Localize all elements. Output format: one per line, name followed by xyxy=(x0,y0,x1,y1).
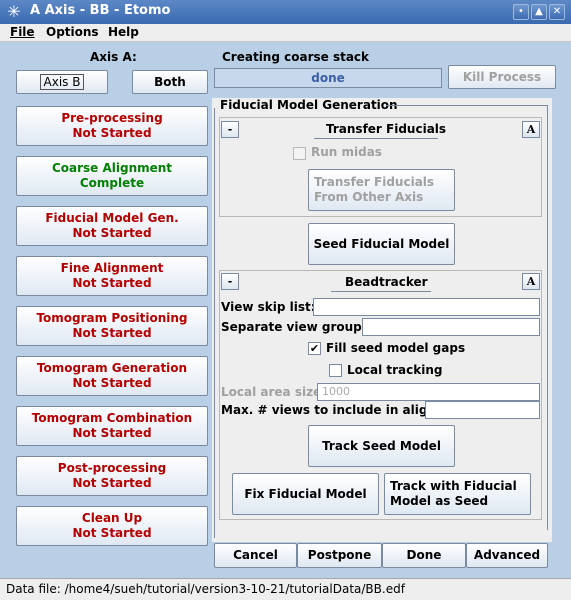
transfer-fiducials-title: Transfer Fiducials xyxy=(326,122,447,136)
close-icon[interactable]: ✕ xyxy=(549,4,565,20)
transfer-title-underline xyxy=(314,138,438,139)
separate-groups-label: Separate view groups: xyxy=(221,320,374,334)
transfer-advanced-button[interactable]: A xyxy=(522,121,540,138)
separate-groups-input[interactable] xyxy=(362,318,540,336)
beadtracker-title-underline xyxy=(331,291,431,292)
stage-name: Clean Up xyxy=(81,511,143,525)
stage-name: Tomogram Combination xyxy=(31,411,193,425)
stage-status: Not Started xyxy=(72,276,152,290)
maximize-icon[interactable]: ▲ xyxy=(531,4,547,20)
done-button[interactable]: Done xyxy=(382,543,466,568)
local-tracking-checkbox[interactable] xyxy=(329,364,342,377)
axis-b-label: Axis B xyxy=(39,74,85,90)
stage-name: Fiducial Model Gen. xyxy=(45,211,179,225)
max-views-input[interactable] xyxy=(425,401,540,419)
section-border-right xyxy=(547,105,548,530)
stage-button-tomogram-generation[interactable]: Tomogram Generation Not Started xyxy=(16,356,208,396)
stage-status: Not Started xyxy=(72,226,152,240)
run-midas-checkbox[interactable] xyxy=(293,147,306,160)
advanced-button[interactable]: Advanced xyxy=(466,543,548,568)
max-views-label: Max. # views to include in align: xyxy=(221,403,441,417)
beadtracker-collapse-button[interactable]: - xyxy=(221,273,239,290)
process-label: Creating coarse stack xyxy=(222,50,370,64)
seed-fiducial-model-button[interactable]: Seed Fiducial Model xyxy=(308,223,455,265)
menu-options[interactable]: Options xyxy=(46,25,99,39)
stage-name: Post-processing xyxy=(57,461,167,475)
section-border-left xyxy=(214,108,215,538)
fill-gaps-label: Fill seed model gaps xyxy=(326,341,466,355)
checkmark-icon: ✔ xyxy=(309,342,320,355)
section-divider xyxy=(386,105,548,106)
app-logo-icon: ✳ xyxy=(7,2,21,21)
both-button[interactable]: Both xyxy=(132,70,208,94)
track-fid-line2: Model as Seed xyxy=(390,494,489,508)
stage-name: Coarse Alignment xyxy=(51,161,173,175)
kill-process-button[interactable]: Kill Process xyxy=(448,65,556,89)
fiducial-section-title: Fiducial Model Generation xyxy=(220,98,398,112)
stage-status: Not Started xyxy=(72,526,152,540)
local-area-label: Local area size: xyxy=(221,385,326,399)
stage-button-fine-alignment[interactable]: Fine Alignment Not Started xyxy=(16,256,208,296)
status-bar: Data file: /home4/sueh/tutorial/version3… xyxy=(0,578,571,600)
run-midas-label: Run midas xyxy=(311,145,382,159)
stage-name: Tomogram Generation xyxy=(36,361,188,375)
minimize-icon[interactable]: • xyxy=(513,4,529,20)
title-bar: ✳ A Axis - BB - Etomo • ▲ ✕ xyxy=(0,0,571,24)
stage-button-post-processing[interactable]: Post-processing Not Started xyxy=(16,456,208,496)
view-skip-input[interactable] xyxy=(313,298,540,316)
stage-button-fiducial-model-gen[interactable]: Fiducial Model Gen. Not Started xyxy=(16,206,208,246)
fix-fiducial-model-button[interactable]: Fix Fiducial Model xyxy=(232,473,379,515)
track-seed-model-button[interactable]: Track Seed Model xyxy=(308,425,455,467)
progress-bar: done xyxy=(214,68,442,88)
beadtracker-title: Beadtracker xyxy=(345,275,428,289)
menu-help[interactable]: Help xyxy=(108,25,139,39)
menu-bar: File Options Help xyxy=(0,24,571,42)
transfer-btn-line2: From Other Axis xyxy=(314,190,424,204)
stage-status: Not Started xyxy=(72,426,152,440)
postpone-button[interactable]: Postpone xyxy=(297,543,382,568)
beadtracker-advanced-button[interactable]: A xyxy=(522,273,540,290)
stage-button-pre-processing[interactable]: Pre-processing Not Started xyxy=(16,106,208,146)
local-tracking-label: Local tracking xyxy=(347,363,443,377)
stage-status: Not Started xyxy=(72,476,152,490)
stage-button-coarse-alignment[interactable]: Coarse Alignment Complete xyxy=(16,156,208,196)
transfer-collapse-button[interactable]: - xyxy=(221,121,239,138)
stage-button-tomogram-positioning[interactable]: Tomogram Positioning Not Started xyxy=(16,306,208,346)
menu-file[interactable]: File xyxy=(10,25,35,39)
stage-status: Not Started xyxy=(72,326,152,340)
transfer-btn-line1: Transfer Fiducials xyxy=(314,175,435,189)
stage-name: Tomogram Positioning xyxy=(36,311,188,325)
track-with-fiducial-button[interactable]: Track with Fiducial Model as Seed xyxy=(384,473,531,515)
stage-status: Not Started xyxy=(72,376,152,390)
stage-status: Complete xyxy=(79,176,145,190)
stage-name: Pre-processing xyxy=(61,111,163,125)
view-skip-label: View skip list: xyxy=(221,300,316,314)
window-title: A Axis - BB - Etomo xyxy=(30,3,171,18)
local-area-input[interactable]: 1000 xyxy=(317,383,540,401)
progress-text: done xyxy=(311,71,345,85)
stage-button-tomogram-combination[interactable]: Tomogram Combination Not Started xyxy=(16,406,208,446)
stage-button-clean-up[interactable]: Clean Up Not Started xyxy=(16,506,208,546)
track-fid-line1: Track with Fiducial xyxy=(390,479,517,493)
stage-name: Fine Alignment xyxy=(60,261,164,275)
axis-b-button[interactable]: Axis B xyxy=(16,70,108,94)
axis-label: Axis A: xyxy=(90,50,137,64)
transfer-fiducials-button[interactable]: Transfer Fiducials From Other Axis xyxy=(308,169,455,211)
data-file-path: Data file: /home4/sueh/tutorial/version3… xyxy=(6,582,405,596)
stage-status: Not Started xyxy=(72,126,152,140)
cancel-button[interactable]: Cancel xyxy=(214,543,297,568)
fill-gaps-checkbox[interactable]: ✔ xyxy=(308,342,321,355)
